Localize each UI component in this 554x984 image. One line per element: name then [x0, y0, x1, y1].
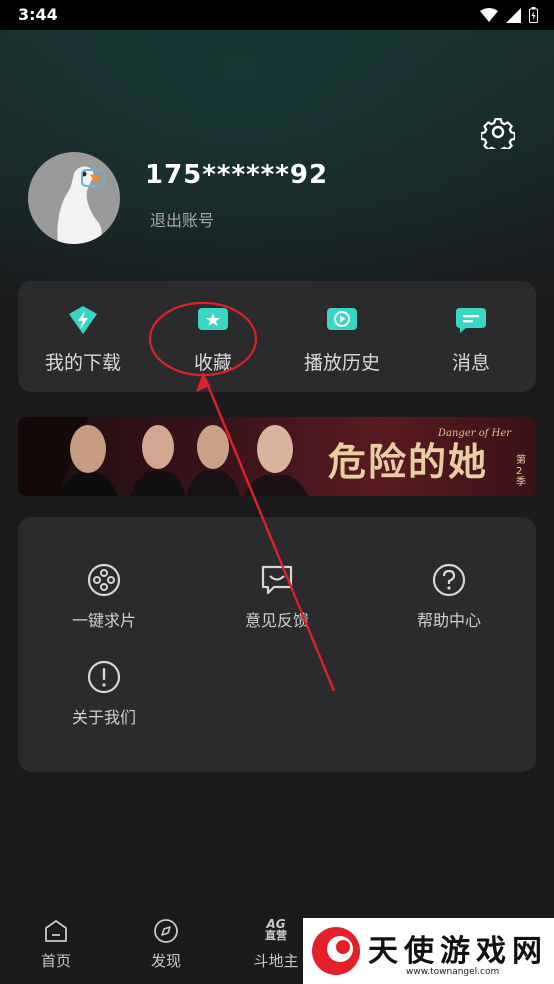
- compass-icon: [154, 919, 178, 943]
- username: 175******92: [145, 160, 329, 190]
- banner-season: 第2季: [516, 455, 526, 488]
- status-icons: [480, 7, 538, 23]
- goose-avatar-icon: [57, 166, 105, 244]
- tools-card: 一键求片 意见反馈 帮助中心 关于我们: [18, 517, 536, 772]
- settings-gear-icon[interactable]: [481, 115, 515, 149]
- tab-label: 斗地主: [253, 952, 299, 970]
- home-icon: [45, 920, 67, 942]
- ag-icon-text-bottom: 直营: [265, 929, 287, 942]
- favorite-star-icon: [198, 308, 228, 330]
- tab-discover[interactable]: 发现: [136, 918, 196, 971]
- tool-feedback[interactable]: 意见反馈: [217, 563, 337, 631]
- battery-icon: [529, 7, 538, 23]
- tab-home[interactable]: 首页: [26, 918, 86, 971]
- status-time: 3:44: [18, 5, 58, 24]
- quick-action-label: 我的下载: [44, 352, 121, 374]
- film-reel-icon: [87, 563, 121, 597]
- watermark-logo-icon: [312, 927, 360, 975]
- tool-request-film[interactable]: 一键求片: [44, 563, 164, 631]
- help-icon: [432, 563, 466, 597]
- quick-action-label: 收藏: [193, 352, 232, 374]
- watermark-text: 天使游戏网: [368, 934, 548, 969]
- quick-action-favorites[interactable]: 收藏: [148, 281, 278, 392]
- status-bar: 3:44: [0, 0, 554, 30]
- header-background: [0, 0, 554, 300]
- message-icon: [456, 308, 486, 333]
- tool-label: 一键求片: [71, 611, 136, 630]
- banner-subtitle: Danger of Her: [438, 428, 512, 439]
- tool-about-us[interactable]: 关于我们: [44, 660, 164, 728]
- quick-action-label: 播放历史: [303, 352, 380, 374]
- tool-label: 意见反馈: [244, 611, 309, 630]
- watermark-url: www.townangel.com: [406, 967, 500, 977]
- quick-action-downloads[interactable]: 我的下载: [18, 281, 148, 392]
- quick-action-play-history[interactable]: 播放历史: [277, 281, 407, 392]
- promo-banner[interactable]: 危险的她 Danger of Her 第2季: [18, 417, 536, 496]
- tab-label: 首页: [40, 952, 71, 970]
- quick-actions-card: 我的下载 收藏 播放历史 消息: [18, 281, 536, 392]
- tool-label: 帮助中心: [416, 611, 481, 630]
- feedback-icon: [261, 565, 293, 595]
- banner-cast-image: [18, 417, 308, 496]
- banner-title: 危险的她: [328, 439, 489, 484]
- download-icon: [69, 306, 97, 334]
- play-history-icon: [327, 308, 357, 330]
- wifi-icon: [480, 7, 498, 22]
- quick-action-messages[interactable]: 消息: [406, 281, 536, 392]
- tab-label: 发现: [150, 952, 181, 970]
- logout-link[interactable]: 退出账号: [150, 207, 214, 231]
- tool-help-center[interactable]: 帮助中心: [389, 563, 509, 631]
- user-avatar[interactable]: [28, 152, 120, 244]
- site-watermark: 天使游戏网 www.townangel.com: [303, 918, 554, 984]
- tab-doudizhu[interactable]: AG 直营 斗地主: [246, 918, 306, 971]
- ag-icon: AG 直营: [246, 918, 306, 944]
- quick-action-label: 消息: [451, 352, 490, 374]
- signal-icon: [506, 7, 521, 23]
- tool-label: 关于我们: [71, 708, 136, 727]
- info-icon: [87, 660, 121, 694]
